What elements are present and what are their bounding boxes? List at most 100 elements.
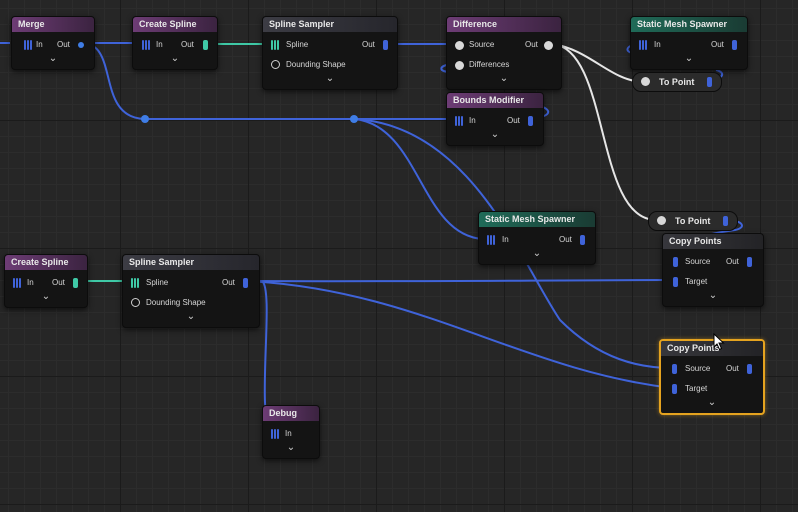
- point-data-pin-icon[interactable]: [747, 257, 752, 267]
- point-data-pin-icon[interactable]: [383, 40, 388, 50]
- pin-label-out: Out: [559, 235, 572, 244]
- point-data-pin-icon[interactable]: [639, 40, 647, 50]
- wire-sampler-2-to-copy-points-2-target[interactable]: [247, 280, 673, 389]
- spline-data-pin-icon[interactable]: [73, 278, 78, 288]
- pin-label-out: Out: [222, 278, 235, 287]
- spline-sampler-node[interactable]: Spline Sampler Spline Out Dounding Shape…: [122, 254, 260, 328]
- chevron-down-icon[interactable]: ⌄: [169, 53, 181, 64]
- point-data-pin-icon[interactable]: [673, 257, 678, 267]
- spatial-data-pin-icon[interactable]: [455, 61, 464, 70]
- point-data-pin-icon[interactable]: [13, 278, 21, 288]
- node-title: To Point: [659, 77, 695, 87]
- to-point-node[interactable]: To Point: [632, 72, 722, 92]
- spatial-data-pin-icon[interactable]: [455, 41, 464, 50]
- pin-label-out: Out: [726, 257, 739, 266]
- node-title: Spline Sampler: [123, 255, 259, 270]
- difference-node[interactable]: Difference Source Out Differences ⌄: [446, 16, 562, 90]
- static-mesh-spawner-node[interactable]: Static Mesh Spawner In Out ⌄: [630, 16, 748, 70]
- pin-label-out: Out: [181, 40, 194, 49]
- pin-label-source: Source: [685, 257, 711, 266]
- spatial-data-pin-icon[interactable]: [544, 41, 553, 50]
- chevron-down-icon[interactable]: ⌄: [324, 73, 336, 84]
- bounds-modifier-node[interactable]: Bounds Modifier In Out ⌄: [446, 92, 544, 146]
- spatial-data-pin-icon[interactable]: [271, 60, 280, 69]
- point-data-pin-icon[interactable]: [243, 278, 248, 288]
- create-spline-node[interactable]: Create Spline In Out ⌄: [4, 254, 88, 308]
- point-data-pin-icon[interactable]: [723, 216, 728, 226]
- static-mesh-spawner-node[interactable]: Static Mesh Spawner In Out ⌄: [478, 211, 596, 265]
- wire-sampler-2-to-copy-points-1-target[interactable]: [247, 279, 673, 283]
- point-data-pin-icon[interactable]: [580, 235, 585, 245]
- chevron-down-icon[interactable]: ⌄: [706, 397, 718, 408]
- pin-label-in: In: [36, 40, 43, 49]
- chevron-down-icon[interactable]: ⌄: [285, 442, 297, 453]
- create-spline-node[interactable]: Create Spline In Out ⌄: [132, 16, 218, 70]
- node-title: Debug: [263, 406, 319, 421]
- pin-label-in: In: [27, 278, 34, 287]
- pin-label-target: Target: [685, 384, 708, 393]
- point-data-pin-icon[interactable]: [707, 77, 712, 87]
- chevron-down-icon[interactable]: ⌄: [185, 311, 197, 322]
- mouse-cursor-icon: [713, 333, 725, 351]
- point-data-pin-icon[interactable]: [732, 40, 737, 50]
- node-title: Bounds Modifier: [447, 93, 543, 108]
- wire-difference-to-topoint-2[interactable]: [552, 43, 657, 221]
- point-data-pin-icon[interactable]: [487, 235, 495, 245]
- pin-label-out: Out: [507, 116, 520, 125]
- pin-label-in: In: [469, 116, 476, 125]
- merge-node[interactable]: Merge In Out ⌄: [11, 16, 95, 70]
- chevron-down-icon[interactable]: ⌄: [683, 53, 695, 64]
- reroute-node-2[interactable]: [350, 115, 358, 123]
- spline-sampler-node[interactable]: Spline Sampler Spline Out Dounding Shape…: [262, 16, 398, 90]
- pin-label-in: In: [285, 429, 292, 438]
- pin-label-in: In: [502, 235, 509, 244]
- node-title: Create Spline: [5, 255, 87, 270]
- node-title: To Point: [675, 216, 711, 226]
- chevron-down-icon[interactable]: ⌄: [498, 73, 510, 84]
- pin-label-out: Out: [57, 40, 70, 49]
- chevron-down-icon[interactable]: ⌄: [489, 129, 501, 140]
- to-point-node[interactable]: To Point: [648, 211, 738, 231]
- point-data-pin-icon[interactable]: [142, 40, 150, 50]
- spline-data-pin-icon[interactable]: [131, 278, 139, 288]
- node-title: Copy Points: [661, 341, 763, 356]
- copy-points-node[interactable]: Copy Points Source Out Target ⌄: [662, 233, 764, 307]
- node-title: Static Mesh Spawner: [479, 212, 595, 227]
- pin-label-source: Source: [685, 364, 711, 373]
- chevron-down-icon[interactable]: ⌄: [47, 53, 59, 64]
- pin-label-out: Out: [52, 278, 65, 287]
- pin-label-in: In: [654, 40, 661, 49]
- point-data-pin-icon[interactable]: [24, 40, 32, 50]
- point-data-pin-icon[interactable]: [271, 429, 279, 439]
- pin-label-bounding-shape: Dounding Shape: [146, 298, 206, 307]
- debug-node[interactable]: Debug In ⌄: [262, 405, 320, 459]
- spatial-data-pin-icon[interactable]: [657, 216, 666, 225]
- node-title: Copy Points: [663, 234, 763, 249]
- reroute-node-1[interactable]: [141, 115, 149, 123]
- point-data-pin-icon[interactable]: [747, 364, 752, 374]
- point-data-pin-icon[interactable]: [528, 116, 533, 126]
- chevron-down-icon[interactable]: ⌄: [707, 290, 719, 301]
- node-title: Spline Sampler: [263, 17, 397, 32]
- spline-data-pin-icon[interactable]: [271, 40, 279, 50]
- point-data-pin-icon[interactable]: [455, 116, 463, 126]
- pin-label-spline: Spline: [286, 40, 309, 49]
- pin-label-out: Out: [362, 40, 375, 49]
- spline-data-pin-icon[interactable]: [203, 40, 208, 50]
- node-title: Static Mesh Spawner: [631, 17, 747, 32]
- pin-label-differences: Differences: [469, 60, 510, 69]
- pin-label-out: Out: [711, 40, 724, 49]
- chevron-down-icon[interactable]: ⌄: [531, 248, 543, 259]
- pin-label-out: Out: [525, 40, 538, 49]
- point-data-pin-icon[interactable]: [672, 364, 677, 374]
- point-data-pin-icon[interactable]: [673, 277, 678, 287]
- chevron-down-icon[interactable]: ⌄: [40, 291, 52, 302]
- pin-label-source: Source: [469, 40, 495, 49]
- copy-points-node-selected[interactable]: Copy Points Source Out Target ⌄: [659, 339, 765, 415]
- point-data-pin-icon[interactable]: [672, 384, 677, 394]
- spatial-data-pin-icon[interactable]: [131, 298, 140, 307]
- any-data-pin-icon[interactable]: [78, 42, 84, 48]
- node-title: Merge: [12, 17, 94, 32]
- pin-label-target: Target: [685, 277, 708, 286]
- spatial-data-pin-icon[interactable]: [641, 77, 650, 86]
